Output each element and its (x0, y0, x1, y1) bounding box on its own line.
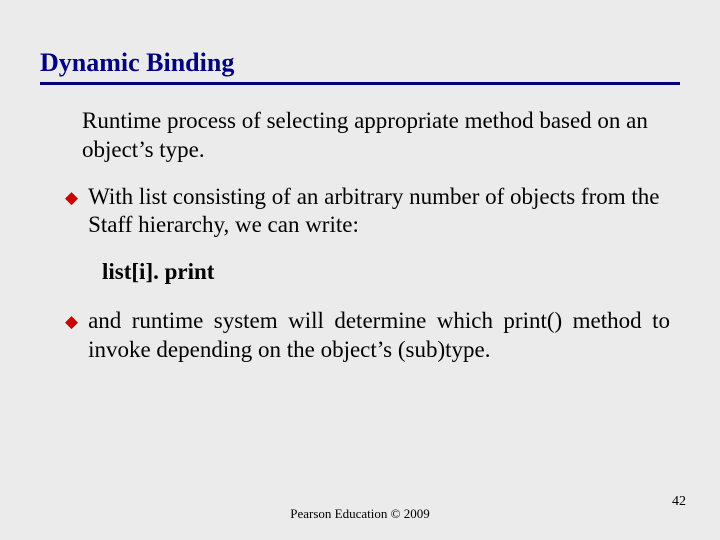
bullet-item: ◆ With list consisting of an arbitrary n… (65, 183, 670, 241)
page-number: 42 (672, 494, 686, 510)
diamond-bullet-icon: ◆ (65, 311, 78, 365)
slide-body: Runtime process of selecting appropriate… (40, 107, 670, 364)
slide: Dynamic Binding Runtime process of selec… (0, 0, 720, 540)
title-underline (40, 82, 680, 85)
bullet-text: and runtime system will determine which … (88, 307, 670, 365)
lead-text: Runtime process of selecting appropriate… (82, 107, 670, 165)
bullet-text: With list consisting of an arbitrary num… (88, 183, 670, 241)
bullet-item: ◆ and runtime system will determine whic… (65, 307, 670, 365)
diamond-bullet-icon: ◆ (65, 187, 78, 241)
code-line: list[i]. print (102, 258, 670, 287)
footer-text: Pearson Education © 2009 (0, 506, 720, 522)
slide-title: Dynamic Binding (40, 48, 670, 78)
